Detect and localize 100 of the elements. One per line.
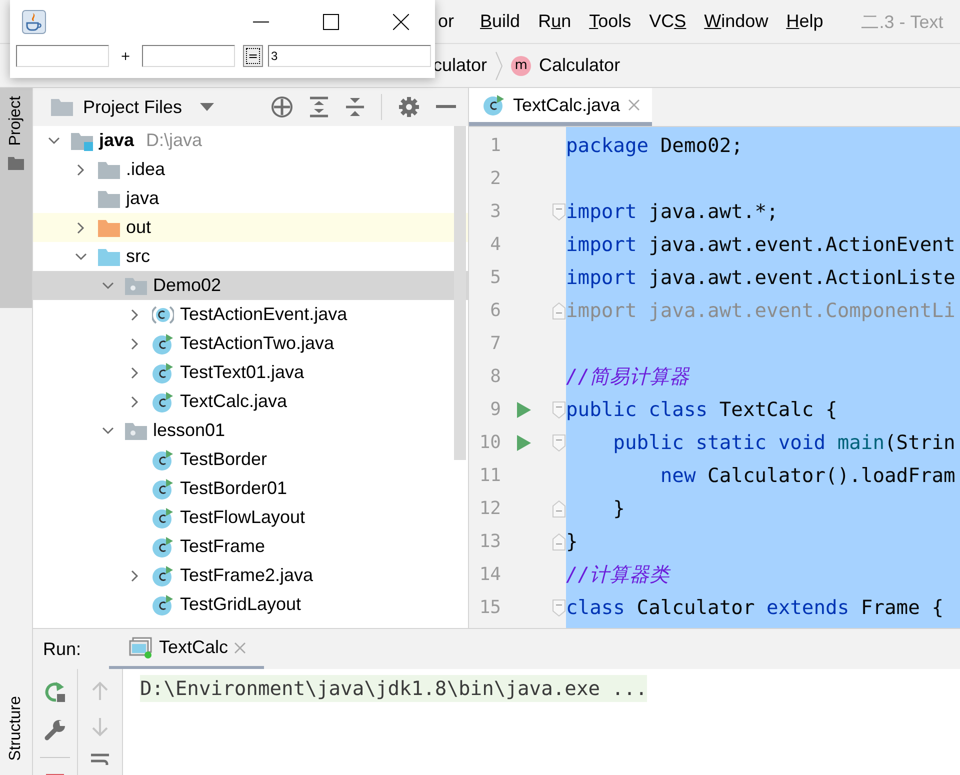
breadcrumb-item[interactable]: culator	[433, 55, 488, 76]
item-path: D:\java	[146, 130, 202, 151]
code-line: import java.awt.event.ActionListe	[566, 266, 956, 289]
tree-item[interactable]: java D:\java	[33, 126, 468, 155]
fold-icon[interactable]	[552, 400, 566, 418]
runnable-class-icon	[152, 564, 174, 586]
runnable-class-icon	[483, 94, 505, 116]
item-label: lesson01	[153, 420, 226, 441]
fold-icon[interactable]	[552, 532, 566, 550]
menu-item[interactable]: Window	[704, 11, 778, 32]
maximize-icon[interactable]	[323, 14, 339, 30]
side-tab[interactable]: Project	[0, 88, 32, 308]
item-label: TestActionEvent.java	[180, 304, 348, 325]
operator-label: +	[119, 49, 132, 63]
run-icon[interactable]	[516, 434, 530, 450]
item-label: TestFlowLayout	[180, 507, 306, 528]
settings-icon[interactable]	[398, 96, 420, 118]
line-number: 12	[478, 498, 501, 519]
equals-button[interactable]: =	[243, 45, 263, 67]
line-number: 6	[489, 300, 501, 321]
panel-title: Run:	[43, 638, 82, 660]
line-number: 13	[478, 531, 501, 552]
folder-icon	[98, 188, 120, 208]
rerun-icon[interactable]	[44, 681, 66, 703]
tree-item[interactable]: src	[33, 242, 468, 271]
editor-tab[interactable]: TextCalc.java	[469, 88, 652, 126]
tree-item[interactable]: java	[33, 184, 468, 213]
menu-item[interactable]: Help	[786, 11, 834, 32]
line-number: 1	[489, 135, 501, 156]
folder-icon	[71, 130, 93, 150]
tree-item[interactable]: TestGridLayout	[33, 590, 468, 619]
run-icon[interactable]	[516, 402, 530, 418]
fold-icon[interactable]	[552, 202, 566, 220]
side-tab[interactable]: Structure	[0, 688, 32, 775]
tree-item[interactable]: TestFrame2.java	[33, 561, 468, 590]
item-label: TestBorder01	[180, 478, 288, 499]
tree-item[interactable]: TestFrame	[33, 532, 468, 561]
java-cup-icon	[22, 10, 46, 34]
fold-icon[interactable]	[552, 302, 566, 320]
tree-item[interactable]: TestText01.java	[33, 358, 468, 387]
item-label: TextCalc.java	[180, 391, 288, 412]
tree-item[interactable]: TestBorder	[33, 445, 468, 474]
code-line: public static void main(Strin	[612, 431, 956, 454]
code-line: import java.awt.event.ActionEvent	[566, 233, 956, 256]
soft-wrap-icon[interactable]	[90, 753, 110, 765]
code-line: package Demo02;	[566, 134, 743, 157]
line-number: 9	[489, 399, 501, 420]
item-label: java	[126, 188, 160, 209]
scrollbar-thumb[interactable]	[454, 126, 466, 460]
folder-icon	[51, 98, 73, 116]
code-line: class Calculator extends Frame {	[566, 596, 944, 619]
folder-icon	[98, 246, 120, 266]
tree-item[interactable]: out	[33, 213, 468, 242]
chevron-right-icon	[495, 50, 504, 80]
window-title: 二.3 - Text	[861, 10, 944, 34]
menu-item[interactable]: Build	[480, 11, 530, 32]
tree-item[interactable]: TestBorder01	[33, 474, 468, 503]
menu-item[interactable]: Run	[538, 11, 582, 32]
code-line: //简易计算器	[566, 364, 690, 390]
folder-icon	[8, 156, 24, 170]
line-number: 14	[478, 564, 501, 585]
close-icon[interactable]	[393, 14, 409, 30]
collapse-all-icon[interactable]	[345, 96, 365, 118]
fold-icon[interactable]	[552, 434, 566, 452]
wrench-icon[interactable]	[44, 719, 66, 741]
tree-item[interactable]: TestActionEvent.java	[33, 300, 468, 329]
folder-icon	[98, 218, 120, 238]
menu-item[interactable]: VCS	[649, 11, 696, 32]
tree-item[interactable]: TestFlowLayout	[33, 503, 468, 532]
tree-item[interactable]: .idea	[33, 155, 468, 184]
menu-item[interactable]: or	[438, 11, 464, 32]
tree-item[interactable]: lesson01	[33, 416, 468, 445]
tree-item[interactable]: Demo02	[33, 271, 468, 300]
runnable-class-icon	[152, 390, 174, 412]
number-field[interactable]	[142, 45, 235, 67]
line-number: 7	[489, 333, 501, 354]
tree-item[interactable]: TestActionTwo.java	[33, 329, 468, 358]
code-line: import java.awt.*;	[566, 200, 778, 223]
line-number: 4	[489, 234, 501, 255]
tree-item[interactable]: TextCalc.java	[33, 387, 468, 416]
item-label: TestActionTwo.java	[180, 333, 334, 354]
item-label: java	[99, 130, 134, 151]
line-number: 5	[489, 267, 501, 288]
number-field[interactable]	[16, 45, 109, 67]
code-line: public class TextCalc {	[566, 398, 838, 421]
item-label: TestFrame2.java	[180, 565, 314, 586]
expand-all-icon[interactable]	[309, 96, 329, 118]
result-field[interactable]: 3	[268, 45, 431, 67]
line-number: 15	[478, 597, 501, 618]
code-line: //计算器类	[566, 562, 670, 588]
fold-icon[interactable]	[552, 598, 566, 616]
breadcrumb-item[interactable]: Calculator	[539, 55, 620, 76]
runnable-class-icon	[152, 332, 174, 354]
crosshair-icon[interactable]	[271, 96, 293, 118]
menu-item[interactable]: Tools	[589, 11, 642, 32]
fold-icon[interactable]	[552, 500, 566, 518]
runnable-class-icon	[152, 362, 174, 384]
dropdown-caret-icon[interactable]	[200, 103, 214, 111]
runnable-class-icon	[152, 594, 174, 616]
panel-title[interactable]: Project Files	[83, 96, 182, 118]
